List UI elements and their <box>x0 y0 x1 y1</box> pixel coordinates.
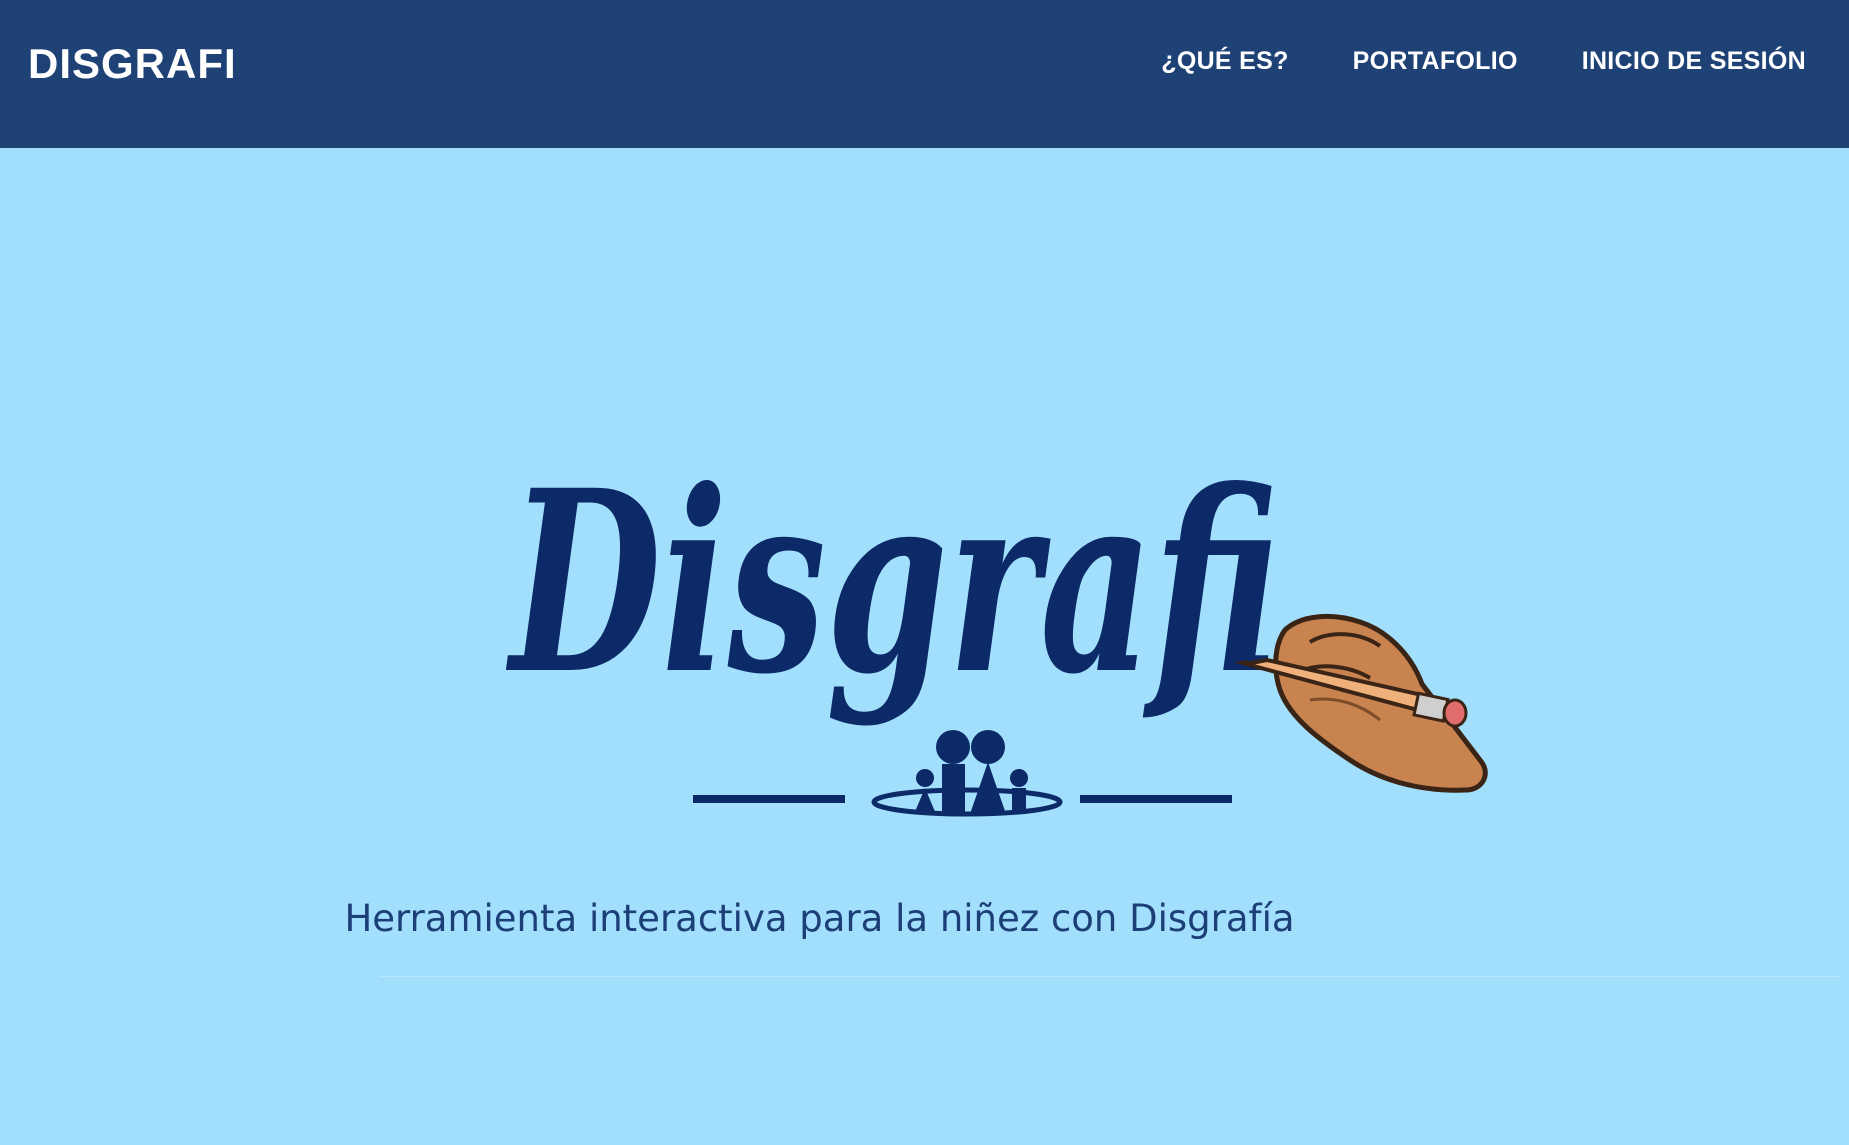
logo-line-right <box>1080 795 1232 803</box>
nav-item-inicio-sesion: INICIO DE SESIÓN <box>1582 47 1806 76</box>
section-divider <box>380 976 1840 977</box>
logo-script-text: Disgrafi <box>506 435 1280 729</box>
family-icon <box>871 730 1063 817</box>
brand-logo-link[interactable]: DISGRAFI <box>28 40 237 88</box>
logo-line-left <box>693 795 845 803</box>
hero-tagline: Herramienta interactiva para la niñez co… <box>344 897 1295 940</box>
nav-link-inicio-de-sesion[interactable]: INICIO DE SESIÓN <box>1582 47 1806 75</box>
nav-link-portafolio[interactable]: PORTAFOLIO <box>1353 47 1518 75</box>
nav-item-portafolio: PORTAFOLIO <box>1353 47 1518 76</box>
top-navbar: DISGRAFI ¿QUÉ ES? PORTAFOLIO INICIO DE S… <box>0 0 1849 148</box>
nav-link-que-es[interactable]: ¿QUÉ ES? <box>1161 47 1288 75</box>
disgrafi-logo: Disgrafi <box>506 435 1488 817</box>
nav-menu: ¿QUÉ ES? PORTAFOLIO INICIO DE SESIÓN <box>1161 47 1806 76</box>
nav-item-que-es: ¿QUÉ ES? <box>1161 47 1288 76</box>
